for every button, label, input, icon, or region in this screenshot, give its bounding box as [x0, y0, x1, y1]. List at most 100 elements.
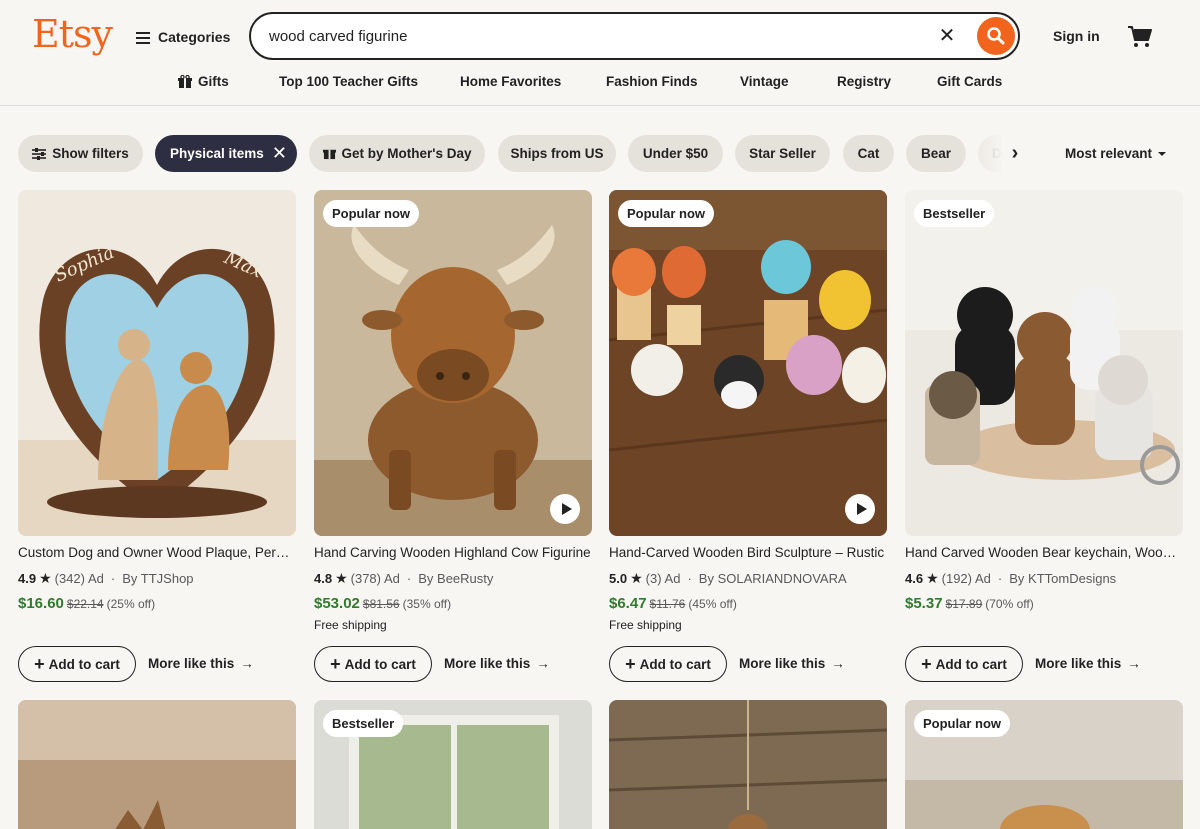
search-icon	[987, 27, 1005, 45]
nav-item-registry[interactable]: Registry	[837, 74, 891, 89]
chip-physical-items[interactable]: Physical items ✕	[155, 135, 297, 172]
gift-icon	[322, 149, 336, 160]
arrow-right-icon: →	[240, 656, 254, 671]
chip-label: Cat	[857, 146, 880, 161]
add-to-cart-label: Add to cart	[48, 656, 120, 672]
close-icon[interactable]: ✕	[272, 144, 287, 162]
shop-name[interactable]: By BeeRusty	[418, 571, 493, 586]
ad-label: Ad	[88, 571, 104, 586]
ad-label: Ad	[975, 571, 991, 586]
chip-mothers-day[interactable]: Get by Mother's Day	[309, 135, 485, 172]
chip-label: Get by Mother's Day	[341, 146, 472, 161]
listing-image[interactable]: Bestseller	[314, 700, 592, 829]
sign-in-link[interactable]: Sign in	[1053, 28, 1100, 44]
nav-label: Gifts	[198, 74, 229, 89]
chip-star-seller[interactable]: Star Seller	[735, 135, 830, 172]
rating-value: 4.6	[905, 571, 924, 586]
sort-dropdown[interactable]: Most relevant	[1065, 146, 1167, 161]
listing-title[interactable]: Hand Carving Wooden Highland Cow Figurin…	[314, 545, 592, 560]
plus-icon: +	[34, 654, 45, 674]
listing-image[interactable]: Popular now	[905, 700, 1183, 829]
nav-label: Fashion Finds	[606, 74, 698, 89]
etsy-logo[interactable]: Etsy	[32, 12, 113, 56]
discount: (45% off)	[688, 597, 737, 611]
search-input[interactable]	[269, 26, 909, 46]
original-price: $17.89	[945, 597, 983, 611]
price-row: $6.47 $11.76 (45% off)	[609, 595, 737, 612]
more-like-this-link[interactable]: More like this →	[739, 656, 845, 671]
nav-item-fashion-finds[interactable]: Fashion Finds	[606, 74, 698, 89]
listing-image[interactable]: Popular now	[314, 190, 592, 536]
add-to-cart-button[interactable]: + Add to cart	[314, 646, 432, 682]
discount: (25% off)	[106, 597, 156, 611]
add-to-cart-label: Add to cart	[935, 656, 1007, 672]
listing-title[interactable]: Hand-Carved Wooden Bird Sculpture – Rust…	[609, 545, 887, 560]
nav-item-vintage[interactable]: Vintage	[740, 74, 789, 89]
site-header: Etsy Categories ✕ Sign in	[0, 0, 1200, 106]
listing-title[interactable]: Hand Carved Wooden Bear keychain, Wooden	[905, 545, 1183, 560]
menu-icon	[136, 31, 150, 44]
more-like-label: More like this	[148, 656, 235, 671]
nav-item-home-favorites[interactable]: Home Favorites	[460, 74, 561, 89]
nav-label: Gift Cards	[937, 74, 1003, 89]
nav-item-gift-cards[interactable]: Gift Cards	[937, 74, 1002, 89]
chip-cat[interactable]: Cat	[843, 135, 894, 172]
listing-image[interactable]	[18, 700, 296, 829]
chip-label: Physical items	[170, 146, 264, 161]
shipping-label: Free shipping	[609, 618, 682, 632]
more-like-label: More like this	[739, 656, 826, 671]
listing-image[interactable]	[609, 700, 887, 829]
discount: (70% off)	[985, 597, 1034, 611]
sale-price: $16.60	[18, 595, 64, 612]
show-filters-label: Show filters	[52, 146, 129, 161]
arrow-right-icon: →	[1127, 656, 1141, 671]
chevron-right-icon[interactable]: ›	[1004, 143, 1026, 165]
listing-meta: 4.9 ★ (342) Ad · By TTJShop	[18, 570, 194, 587]
search-bar: ✕	[249, 12, 1020, 60]
categories-button[interactable]: Categories	[136, 24, 230, 50]
add-to-cart-button[interactable]: + Add to cart	[905, 646, 1023, 682]
separator: ·	[687, 571, 692, 586]
listing-image[interactable]: Popular now	[609, 190, 887, 536]
more-like-label: More like this	[1035, 656, 1122, 671]
shop-name[interactable]: By SOLARIANDNOVARA	[699, 571, 847, 586]
arrow-right-icon: →	[831, 656, 845, 671]
star-icon: ★	[926, 570, 939, 586]
nav-item-teacher-gifts[interactable]: Top 100 Teacher Gifts	[279, 74, 418, 89]
show-filters-button[interactable]: Show filters	[18, 135, 143, 172]
review-count: (342)	[54, 571, 85, 586]
more-like-this-link[interactable]: More like this →	[148, 656, 254, 671]
gift-icon	[178, 74, 192, 88]
listing-image[interactable]: Bestseller	[905, 190, 1183, 536]
clear-icon[interactable]: ✕	[937, 26, 957, 46]
nav-item-gifts[interactable]: Gifts	[178, 74, 229, 89]
listing-badge: Popular now	[914, 710, 1010, 737]
sale-price: $6.47	[609, 595, 647, 612]
add-to-cart-button[interactable]: + Add to cart	[609, 646, 727, 682]
star-icon: ★	[39, 570, 52, 586]
listing-image[interactable]: Sophia Max	[18, 190, 296, 536]
more-like-this-link[interactable]: More like this →	[1035, 656, 1141, 671]
filter-icon	[32, 147, 47, 160]
listing-title[interactable]: Custom Dog and Owner Wood Plaque, Person…	[18, 545, 296, 560]
more-like-label: More like this	[444, 656, 531, 671]
cart-button[interactable]	[1126, 22, 1154, 50]
plus-icon: +	[921, 654, 932, 674]
discount: (35% off)	[402, 597, 452, 611]
original-price: $11.76	[649, 597, 686, 611]
play-icon[interactable]	[550, 494, 580, 524]
search-button[interactable]	[977, 17, 1015, 55]
play-icon[interactable]	[845, 494, 875, 524]
plus-icon: +	[330, 654, 341, 674]
shop-name[interactable]: By KTTomDesigns	[1009, 571, 1116, 586]
chip-ships-from-us[interactable]: Ships from US	[498, 135, 616, 172]
add-to-cart-button[interactable]: + Add to cart	[18, 646, 136, 682]
shop-name[interactable]: By TTJShop	[122, 571, 193, 586]
ad-label: Ad	[664, 571, 681, 586]
chip-under-50[interactable]: Under $50	[628, 135, 723, 172]
categories-label: Categories	[158, 29, 231, 45]
nav-label: Home Favorites	[460, 74, 562, 89]
chip-bear[interactable]: Bear	[906, 135, 966, 172]
review-count: (192)	[941, 571, 972, 586]
more-like-this-link[interactable]: More like this →	[444, 656, 550, 671]
